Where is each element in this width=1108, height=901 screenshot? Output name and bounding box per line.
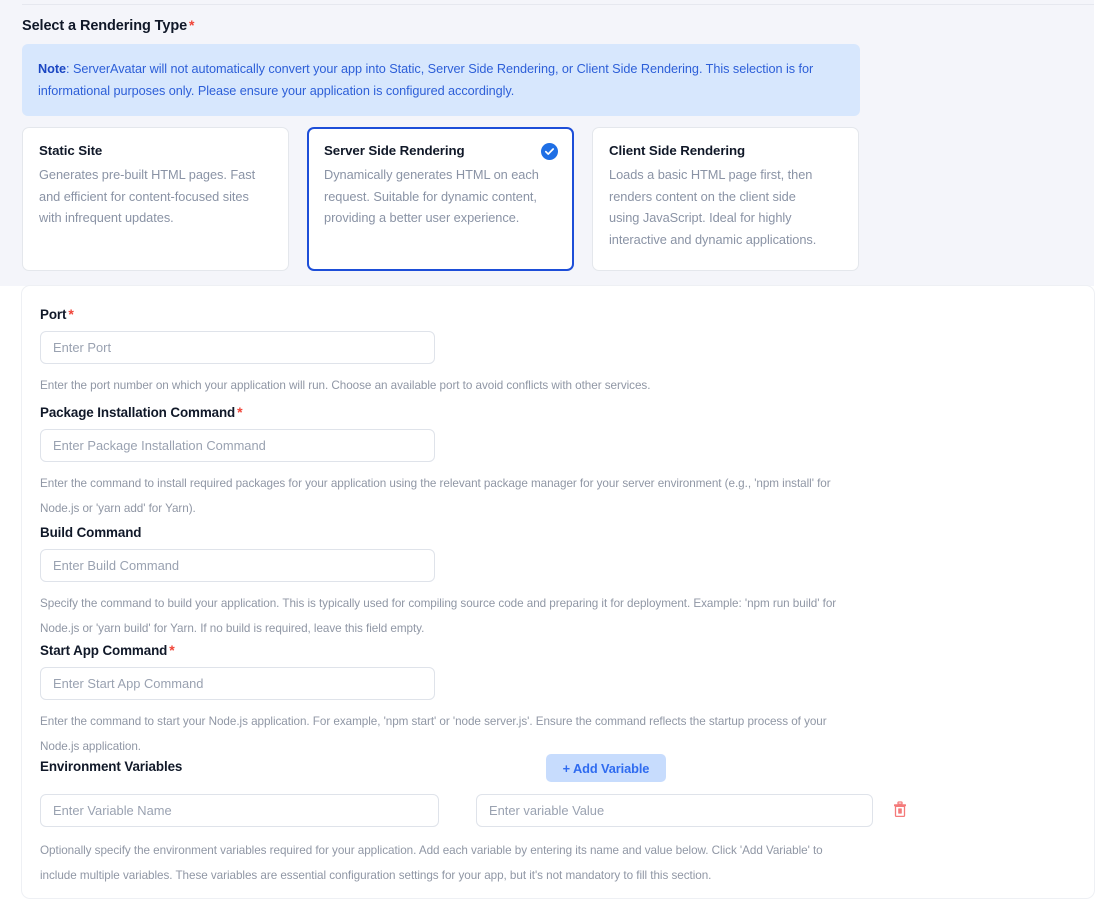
- info-note-banner: Note: ServerAvatar will not automaticall…: [22, 44, 860, 116]
- field-package-installation-command: Package Installation Command* Enter the …: [40, 404, 850, 521]
- environment-variables-help-text: Optionally specify the environment varia…: [40, 844, 823, 882]
- app-root: Select a Rendering Type * Note: ServerAva…: [0, 0, 1108, 901]
- rendering-type-card-client-side-rendering[interactable]: Client Side Rendering Loads a basic HTML…: [592, 127, 859, 271]
- package-installation-command-input[interactable]: [40, 429, 435, 462]
- add-variable-button[interactable]: + Add Variable: [546, 754, 666, 782]
- environment-variable-row: [40, 794, 1076, 828]
- rendering-type-card-static-site[interactable]: Static Site Generates pre-built HTML pag…: [22, 127, 289, 271]
- field-label-text: Build Command: [40, 525, 142, 540]
- field-label: Build Command: [40, 524, 850, 540]
- environment-variables-label: Environment Variables: [40, 759, 183, 774]
- environment-variables-header: Environment Variables + Add Variable: [40, 754, 1076, 784]
- rendering-type-card-server-side-rendering[interactable]: Server Side Rendering Dynamically genera…: [307, 127, 574, 271]
- required-asterisk: *: [237, 404, 243, 420]
- info-note-text: Note: ServerAvatar will not automaticall…: [38, 58, 844, 102]
- port-input[interactable]: [40, 331, 435, 364]
- build-command-input[interactable]: [40, 549, 435, 582]
- page-title: Select a Rendering Type *: [22, 17, 195, 34]
- variable-name-input[interactable]: [40, 794, 439, 827]
- field-help-text: Enter the port number on which your appl…: [40, 379, 651, 392]
- variable-value-input[interactable]: [476, 794, 873, 827]
- field-label-text: Package Installation Command: [40, 405, 236, 420]
- card-description: Loads a basic HTML page first, then rend…: [609, 167, 817, 247]
- required-asterisk: *: [68, 306, 74, 322]
- field-help-text: Enter the command to install required pa…: [40, 477, 831, 515]
- rendering-type-card-group: Static Site Generates pre-built HTML pag…: [22, 127, 860, 271]
- trash-icon: [892, 801, 908, 821]
- card-description: Dynamically generates HTML on each reque…: [324, 167, 539, 225]
- field-label-text: Start App Command: [40, 643, 168, 658]
- top-divider: [22, 4, 1094, 5]
- required-asterisk: *: [189, 17, 195, 33]
- field-label-text: Port: [40, 307, 67, 322]
- check-circle-icon: [541, 143, 558, 160]
- card-title: Server Side Rendering: [324, 143, 465, 158]
- field-start-app-command: Start App Command* Enter the command to …: [40, 642, 850, 759]
- info-note-body: : ServerAvatar will not automatically co…: [38, 62, 814, 98]
- card-title: Client Side Rendering: [609, 143, 746, 158]
- field-help-text: Specify the command to build your applic…: [40, 597, 837, 635]
- field-label: Package Installation Command *: [40, 404, 850, 420]
- page-title-text: Select a Rendering Type: [22, 18, 188, 34]
- card-description: Generates pre-built HTML pages. Fast and…: [39, 167, 256, 225]
- field-port: Port* Enter the port number on which you…: [40, 306, 850, 398]
- field-help-text: Enter the command to start your Node.js …: [40, 715, 827, 753]
- field-label: Port *: [40, 306, 850, 322]
- start-app-command-input[interactable]: [40, 667, 435, 700]
- info-note-label: Note: [38, 62, 66, 76]
- field-label: Start App Command *: [40, 642, 850, 658]
- delete-variable-button[interactable]: [888, 799, 912, 823]
- application-settings-form: Port* Enter the port number on which you…: [22, 286, 1094, 898]
- field-build-command: Build Command Specify the command to bui…: [40, 524, 850, 641]
- required-asterisk: *: [169, 642, 175, 658]
- card-title: Static Site: [39, 143, 103, 158]
